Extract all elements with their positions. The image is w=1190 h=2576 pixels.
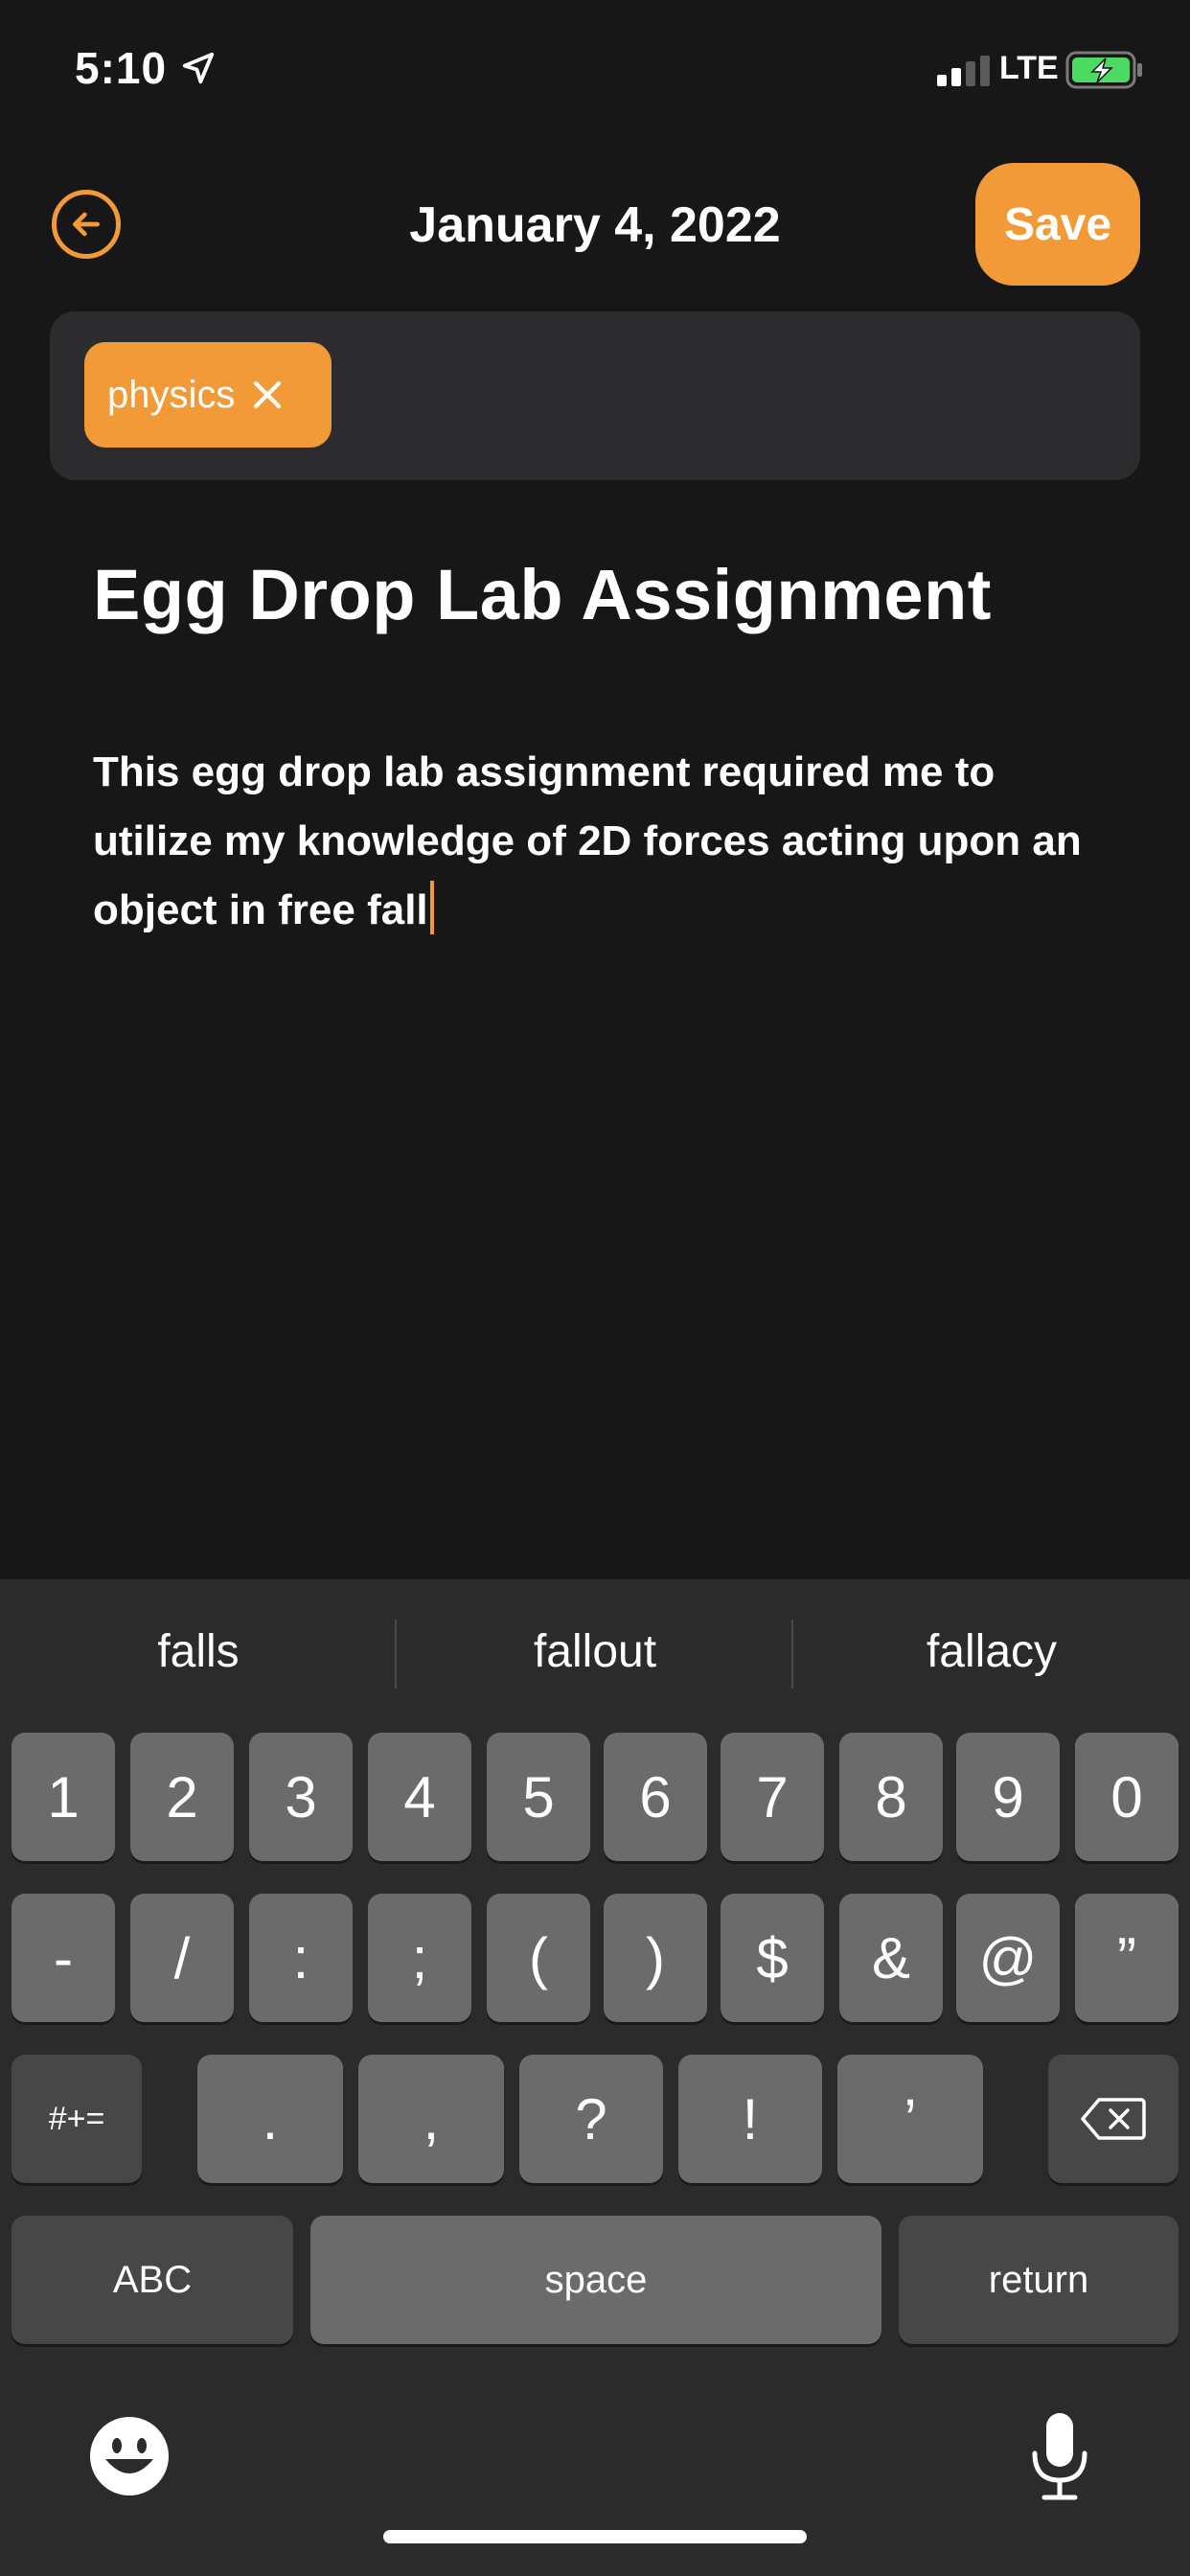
- key-more-symbols[interactable]: #+=: [11, 2055, 142, 2183]
- battery-charging-icon: [1065, 51, 1142, 89]
- key-9[interactable]: 9: [956, 1733, 1060, 1861]
- close-icon[interactable]: [250, 378, 285, 412]
- location-arrow-icon: [182, 52, 215, 84]
- suggestion-item[interactable]: fallout: [397, 1579, 793, 1723]
- key-period[interactable]: .: [197, 2055, 343, 2183]
- network-type: LTE: [999, 50, 1059, 86]
- key-colon[interactable]: :: [249, 1894, 353, 2022]
- note-title[interactable]: Egg Drop Lab Assignment: [93, 554, 992, 635]
- text-caret: [429, 881, 434, 935]
- key-apostrophe[interactable]: ’: [837, 2055, 983, 2183]
- cellular-signal-icon: [937, 56, 990, 86]
- status-bar: 5:10 LTE: [0, 0, 1190, 144]
- tag-label: physics: [107, 373, 236, 416]
- key-close-paren[interactable]: ): [604, 1894, 707, 2022]
- key-semicolon[interactable]: ;: [368, 1894, 471, 2022]
- note-body-editor[interactable]: This egg drop lab assignment required me…: [93, 738, 1109, 945]
- key-3[interactable]: 3: [249, 1733, 353, 1861]
- key-7[interactable]: 7: [721, 1733, 824, 1861]
- emoji-icon[interactable]: [88, 2415, 171, 2497]
- delete-key[interactable]: [1048, 2055, 1179, 2183]
- key-hyphen[interactable]: -: [11, 1894, 115, 2022]
- key-quote[interactable]: ”: [1075, 1894, 1179, 2022]
- key-at[interactable]: @: [956, 1894, 1060, 2022]
- key-4[interactable]: 4: [368, 1733, 471, 1861]
- key-open-paren[interactable]: (: [487, 1894, 590, 2022]
- key-abc[interactable]: ABC: [11, 2216, 293, 2344]
- tag-chip-physics[interactable]: physics: [84, 342, 332, 448]
- suggestion-item[interactable]: falls: [0, 1579, 397, 1723]
- key-2[interactable]: 2: [130, 1733, 234, 1861]
- key-5[interactable]: 5: [487, 1733, 590, 1861]
- key-0[interactable]: 0: [1075, 1733, 1179, 1861]
- key-space[interactable]: space: [310, 2216, 881, 2344]
- backspace-icon: [1081, 2098, 1146, 2140]
- key-slash[interactable]: /: [130, 1894, 234, 2022]
- keyboard: falls fallout fallacy 1 2 3 4 5 6 7 8 9 …: [0, 1579, 1190, 2576]
- key-ampersand[interactable]: &: [839, 1894, 943, 2022]
- key-comma[interactable]: ,: [358, 2055, 504, 2183]
- suggestion-item[interactable]: fallacy: [793, 1579, 1190, 1723]
- key-dollar[interactable]: $: [721, 1894, 824, 2022]
- key-exclamation[interactable]: !: [678, 2055, 822, 2183]
- key-return[interactable]: return: [899, 2216, 1179, 2344]
- microphone-icon[interactable]: [1025, 2411, 1094, 2503]
- key-8[interactable]: 8: [839, 1733, 943, 1861]
- tags-bar[interactable]: physics: [50, 311, 1140, 480]
- key-6[interactable]: 6: [604, 1733, 707, 1861]
- home-indicator[interactable]: [383, 2530, 807, 2543]
- suggestion-bar: falls fallout fallacy: [0, 1579, 1190, 1723]
- key-question[interactable]: ?: [519, 2055, 663, 2183]
- key-1[interactable]: 1: [11, 1733, 115, 1861]
- save-button[interactable]: Save: [975, 163, 1140, 286]
- status-time: 5:10: [75, 43, 168, 93]
- note-body-text: This egg drop lab assignment required me…: [93, 748, 1082, 933]
